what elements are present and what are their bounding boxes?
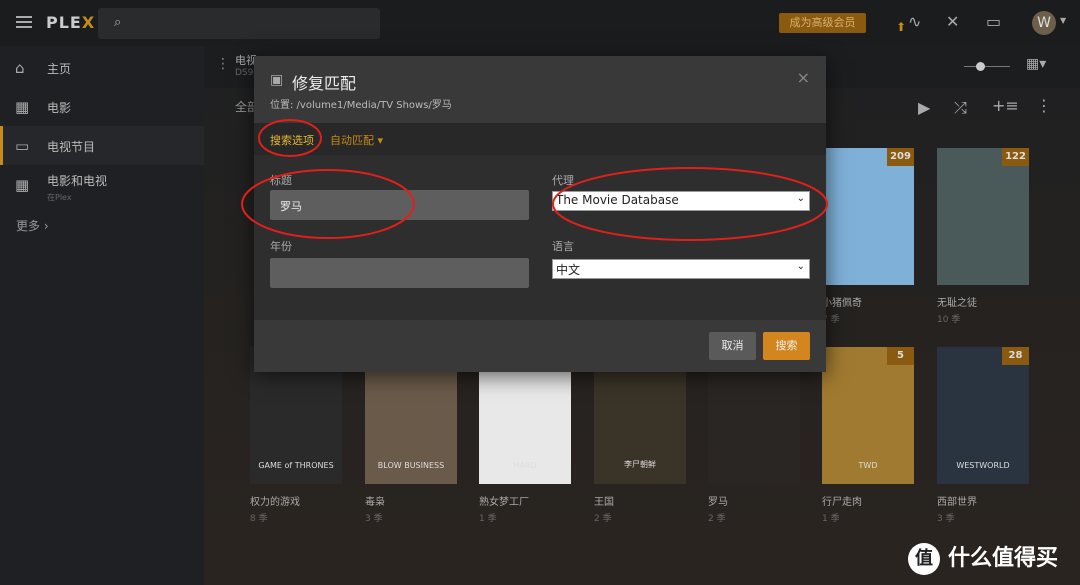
- upload-icon[interactable]: ⬆: [896, 20, 906, 34]
- poster-art-text: WESTWORLD: [956, 461, 1010, 470]
- title-label: 标题: [270, 174, 292, 187]
- cancel-button[interactable]: 取消: [709, 332, 756, 360]
- home-icon: ⌂: [15, 59, 25, 77]
- go-premium-button[interactable]: 成为高级会员: [779, 13, 866, 33]
- poster-title[interactable]: 罗马: [708, 493, 728, 508]
- poster-title[interactable]: 权力的游戏: [250, 493, 300, 508]
- poster-art-text: HARD: [513, 461, 537, 470]
- poster-title[interactable]: 无耻之徒: [937, 294, 977, 309]
- poster-art-text: TWD: [858, 461, 878, 470]
- poster-art-text: BLOW BUSINESS: [377, 461, 445, 470]
- poster-title[interactable]: 行尸走肉: [822, 493, 862, 508]
- watermark-logo: 值什么值得买: [908, 540, 1058, 575]
- sidebar-item-label: 电影: [47, 101, 72, 115]
- unwatched-count-badge: 28: [1002, 347, 1029, 365]
- menu-icon[interactable]: [16, 16, 32, 28]
- avatar[interactable]: W: [1032, 11, 1056, 35]
- poster-art-text: GAME of THRONES: [258, 461, 334, 470]
- chevron-down-icon[interactable]: ▼: [1060, 16, 1066, 25]
- more-link[interactable]: 更多 ›: [16, 217, 49, 234]
- sidebar-item-tv-shows[interactable]: ▭ 电视节目: [0, 126, 204, 165]
- settings-tools-icon[interactable]: ✕: [946, 12, 959, 31]
- agent-select[interactable]: The Movie Database ⌄: [552, 191, 810, 211]
- sidebar-item-label: 电视节目: [47, 140, 96, 154]
- unwatched-count-badge: 209: [887, 148, 914, 166]
- id-card-icon: ▣: [270, 72, 284, 88]
- poster-title[interactable]: 熟女梦工厂: [479, 493, 529, 508]
- file-location: 位置: /volume1/Media/TV Shows/罗马: [270, 100, 452, 111]
- year-input[interactable]: [270, 258, 529, 288]
- cast-icon[interactable]: ▭: [986, 12, 1001, 31]
- poster-title[interactable]: 小猪佩奇: [822, 294, 862, 309]
- agent-label: 代理: [552, 174, 574, 187]
- poster-title[interactable]: 王国: [594, 493, 614, 508]
- language-select[interactable]: 中文 ⌄: [552, 259, 810, 279]
- sidebar-item-label: 电影和电视: [47, 174, 108, 188]
- dialog-title: 修复匹配: [292, 74, 357, 93]
- search-input[interactable]: ⌕: [98, 8, 380, 39]
- poster-title[interactable]: 毒枭: [365, 493, 385, 508]
- unwatched-count-badge: 5: [887, 347, 914, 365]
- poster-card[interactable]: TWD 5: [822, 347, 914, 484]
- poster-card[interactable]: 209: [822, 148, 914, 285]
- server-name: DS9: [235, 68, 254, 78]
- play-icon[interactable]: ▶: [918, 98, 930, 117]
- poster-seasons: 3 季: [937, 514, 955, 524]
- grid-view-icon[interactable]: ▦▾: [1026, 56, 1046, 72]
- poster-art-text: 李尸朝鲜: [624, 460, 656, 469]
- poster-seasons: 2 季: [708, 514, 726, 524]
- close-icon[interactable]: ×: [797, 68, 810, 87]
- language-label: 语言: [552, 240, 574, 253]
- unwatched-count-badge: 122: [1002, 148, 1029, 166]
- tv-icon: ▭: [15, 137, 30, 155]
- sidebar-item-movies[interactable]: ▦ 电影: [0, 87, 204, 126]
- plex-logo[interactable]: PLEX: [46, 13, 95, 32]
- sidebar: ⌂ 主页 ▦ 电影 ▭ 电视节目 ▦ 电影和电视在Plex 更多 ›: [0, 46, 204, 585]
- poster-title[interactable]: 西部世界: [937, 493, 977, 508]
- top-bar: PLEX ⌕ 成为高级会员 ⬆ ∿ ✕ ▭ W ▼: [0, 0, 1080, 46]
- shuffle-icon[interactable]: ⤮: [954, 98, 967, 118]
- poster-seasons: 1 季: [822, 514, 840, 524]
- dialog-footer: 取消 搜索: [254, 320, 826, 372]
- search-button[interactable]: 搜索: [763, 332, 810, 360]
- sidebar-item-movies-tv-on-plex[interactable]: ▦ 电影和电视在Plex: [0, 165, 204, 207]
- sidebar-item-sublabel: 在Plex: [47, 193, 72, 202]
- sidebar-item-label: 主页: [47, 62, 72, 76]
- tab-search-options[interactable]: 搜索选项: [270, 132, 314, 148]
- agent-value: The Movie Database: [556, 193, 679, 207]
- size-slider[interactable]: [964, 62, 1010, 71]
- year-label: 年份: [270, 240, 292, 253]
- poster-seasons: 10 季: [937, 315, 961, 325]
- tab-auto-match[interactable]: 自动匹配 ▾: [330, 132, 383, 148]
- more-vertical-icon[interactable]: ⋮: [216, 56, 230, 72]
- poster-seasons: 8 季: [250, 514, 268, 524]
- poster-card[interactable]: WESTWORLD 28: [937, 347, 1029, 484]
- poster-seasons: 3 季: [365, 514, 383, 524]
- poster-seasons: 1 季: [479, 514, 497, 524]
- title-input[interactable]: 罗马: [270, 190, 529, 220]
- film-icon: ▦: [15, 98, 30, 116]
- dialog-header: ▣ 修复匹配 位置: /volume1/Media/TV Shows/罗马 ×: [254, 56, 826, 123]
- activity-icon[interactable]: ∿: [908, 12, 921, 31]
- dialog-tabs: 搜索选项 自动匹配 ▾: [254, 123, 826, 155]
- language-value: 中文: [556, 263, 581, 277]
- poster-seasons: 2 季: [594, 514, 612, 524]
- chevron-down-icon: ⌄: [796, 261, 805, 272]
- fix-match-dialog: ▣ 修复匹配 位置: /volume1/Media/TV Shows/罗马 × …: [254, 56, 826, 372]
- sidebar-item-home[interactable]: ⌂ 主页: [0, 48, 204, 87]
- more-vertical-icon[interactable]: ⋮: [1036, 96, 1052, 115]
- search-icon: ⌕: [114, 15, 122, 30]
- poster-card[interactable]: 122: [937, 148, 1029, 285]
- film-icon: ▦: [15, 176, 30, 194]
- add-to-queue-icon[interactable]: +≡: [992, 96, 1019, 115]
- chevron-down-icon: ⌄: [796, 193, 805, 204]
